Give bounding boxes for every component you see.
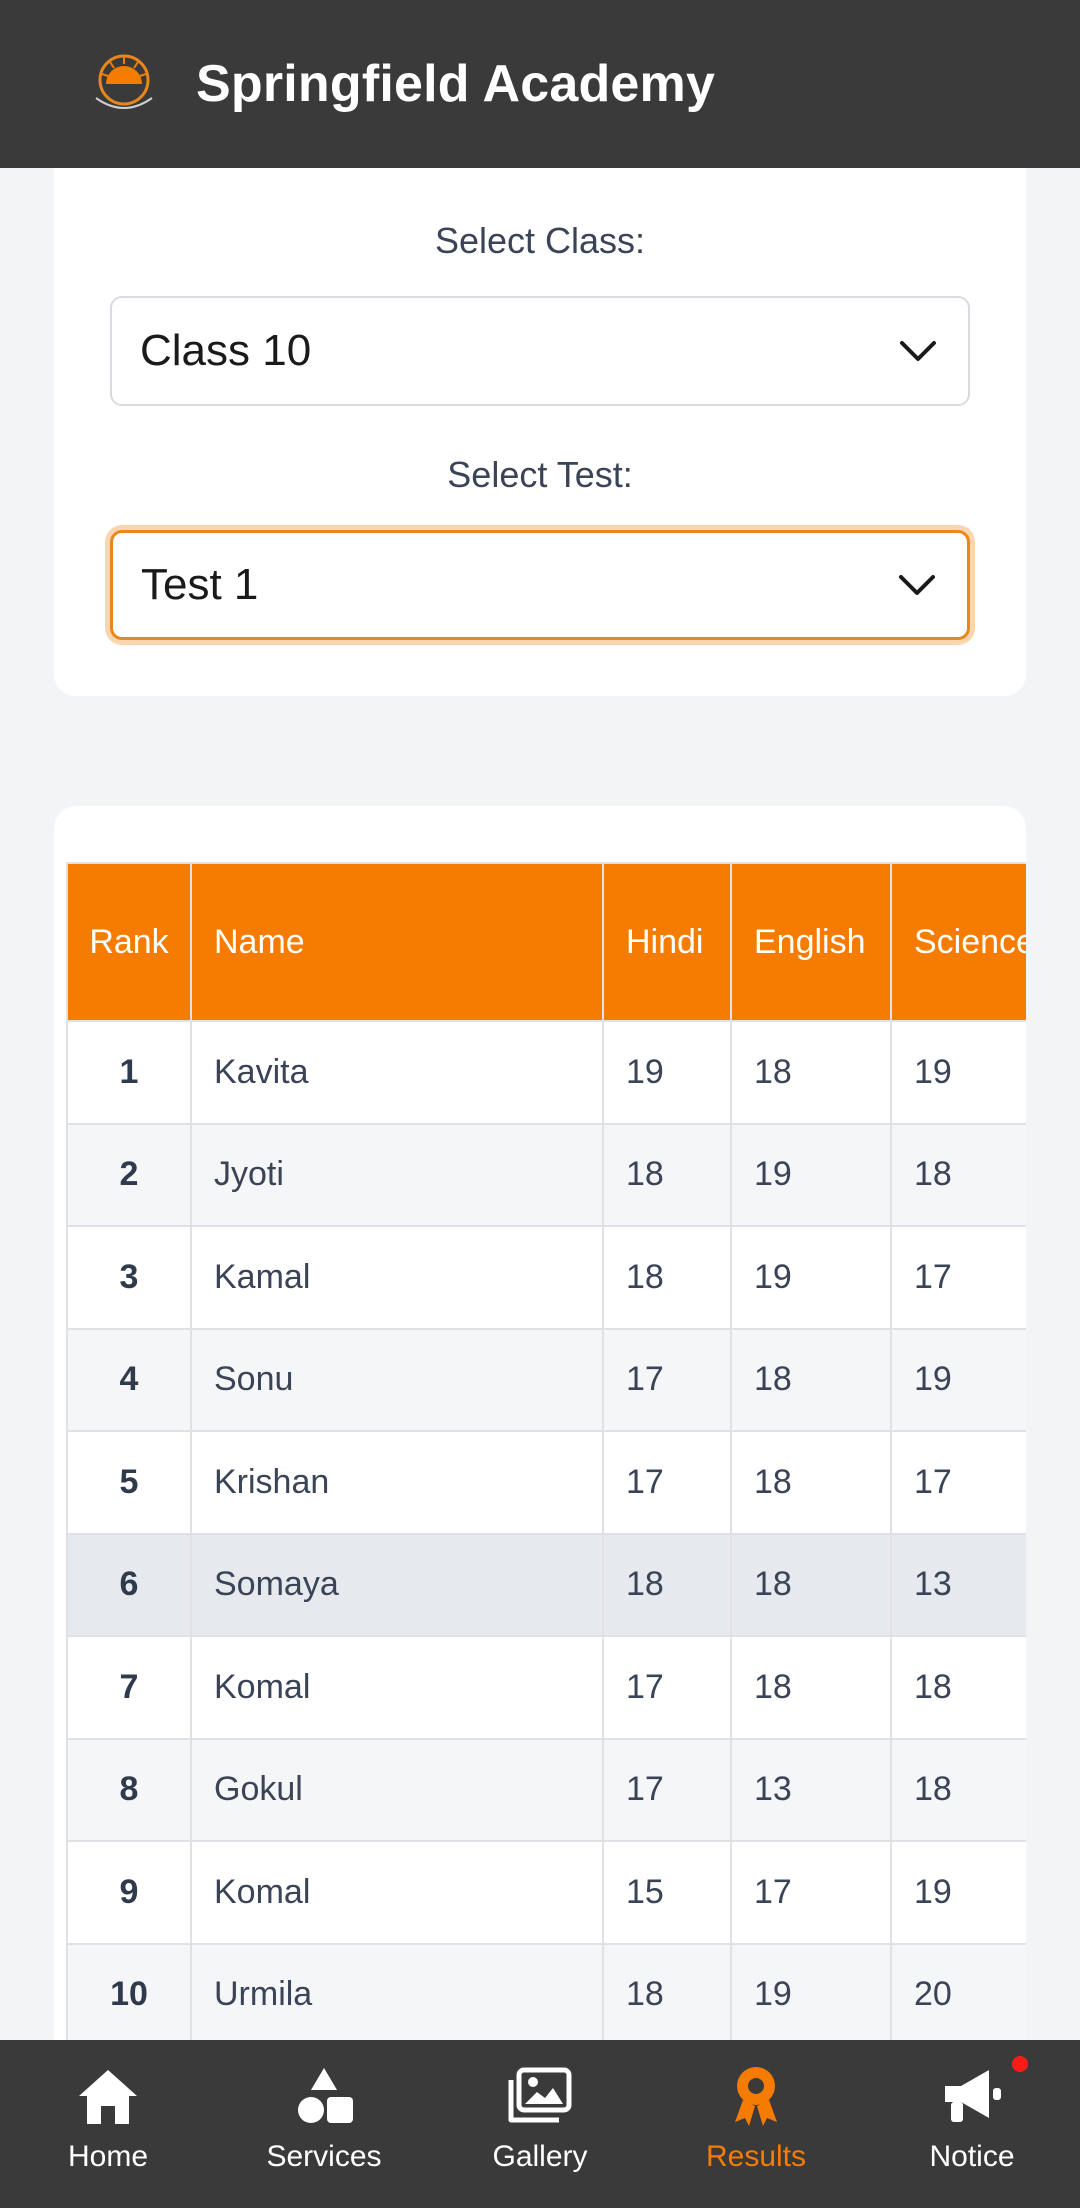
column-header-hindi[interactable]: Hindi	[602, 862, 732, 1022]
science-cell: 18	[890, 1122, 1026, 1227]
science-cell: 18	[890, 1737, 1026, 1842]
test-select-value: Test 1	[141, 560, 259, 609]
science-cell: 19	[890, 1020, 1026, 1125]
english-cell: 17	[730, 1840, 892, 1945]
app-header: Springfield Academy	[0, 0, 1080, 168]
table-row[interactable]: 2 Jyoti 18 19 18	[66, 1122, 1026, 1227]
name-cell: Kamal	[190, 1225, 604, 1330]
rank-cell: 4	[66, 1327, 192, 1432]
class-select-value: Class 10	[140, 326, 312, 375]
hindi-cell: 18	[602, 1122, 732, 1227]
rank-cell: 7	[66, 1635, 192, 1740]
class-select[interactable]: Class 10	[110, 296, 970, 406]
hindi-cell: 15	[602, 1840, 732, 1945]
nav-label-results: Results	[705, 2140, 807, 2173]
results-card: Rank Name Hindi English Science 1 Kavita…	[54, 806, 1026, 2206]
table-row[interactable]: 8 Gokul 17 13 18	[66, 1737, 1026, 1842]
hindi-cell: 17	[602, 1327, 732, 1432]
app-title: Springfield Academy	[196, 55, 716, 113]
english-cell: 19	[730, 1225, 892, 1330]
rank-cell: 8	[66, 1737, 192, 1842]
science-cell: 17	[890, 1225, 1026, 1330]
select-class-label: Select Class:	[434, 220, 646, 261]
science-cell: 20	[890, 1942, 1026, 2047]
english-cell: 19	[730, 1122, 892, 1227]
name-cell: Kavita	[190, 1020, 604, 1125]
name-cell: Urmila	[190, 1942, 604, 2047]
rank-cell: 9	[66, 1840, 192, 1945]
bottom-nav: Home Services Gallery Results Notice	[0, 2040, 1080, 2208]
results-table: Rank Name Hindi English Science 1 Kavita…	[66, 862, 1026, 2047]
table-row[interactable]: 4 Sonu 17 18 19	[66, 1327, 1026, 1432]
nav-item-notice[interactable]: Notice	[864, 2040, 1080, 2208]
hindi-cell: 18	[602, 1942, 732, 2047]
home-icon	[79, 2070, 137, 2124]
name-cell: Komal	[190, 1840, 604, 1945]
english-cell: 13	[730, 1737, 892, 1842]
rank-cell: 5	[66, 1430, 192, 1535]
english-cell: 18	[730, 1430, 892, 1535]
test-select[interactable]: Test 1	[110, 530, 970, 640]
table-row[interactable]: 10 Urmila 18 19 20	[66, 1942, 1026, 2047]
column-header-science[interactable]: Science	[890, 862, 1026, 1022]
table-row[interactable]: 5 Krishan 17 18 17	[66, 1430, 1026, 1535]
nav-item-gallery[interactable]: Gallery	[432, 2040, 648, 2208]
megaphone-icon	[945, 2070, 1001, 2122]
nav-item-home[interactable]: Home	[0, 2040, 216, 2208]
name-cell: Somaya	[190, 1532, 604, 1637]
english-cell: 18	[730, 1532, 892, 1637]
filter-card: Select Class: Class 10 Select Test: Test…	[54, 140, 1026, 696]
table-row[interactable]: 3 Kamal 18 19 17	[66, 1225, 1026, 1330]
table-row[interactable]: 1 Kavita 19 18 19	[66, 1020, 1026, 1125]
hindi-cell: 17	[602, 1737, 732, 1842]
chevron-down-icon	[900, 341, 936, 361]
nav-item-results[interactable]: Results	[648, 2040, 864, 2208]
english-cell: 18	[730, 1327, 892, 1432]
table-row[interactable]: 7 Komal 17 18 18	[66, 1635, 1026, 1740]
hindi-cell: 17	[602, 1635, 732, 1740]
results-table-scroll[interactable]: Rank Name Hindi English Science 1 Kavita…	[66, 862, 1026, 2047]
hindi-cell: 18	[602, 1225, 732, 1330]
name-cell: Krishan	[190, 1430, 604, 1535]
gallery-icon	[508, 2067, 572, 2123]
rank-cell: 3	[66, 1225, 192, 1330]
name-cell: Komal	[190, 1635, 604, 1740]
name-cell: Sonu	[190, 1327, 604, 1432]
english-cell: 18	[730, 1020, 892, 1125]
column-header-english[interactable]: English	[730, 862, 892, 1022]
name-cell: Gokul	[190, 1737, 604, 1842]
nav-label-home: Home	[67, 2140, 149, 2173]
nav-label-services: Services	[266, 2140, 382, 2173]
column-header-rank[interactable]: Rank	[66, 862, 192, 1022]
column-header-name[interactable]: Name	[190, 862, 604, 1022]
rank-cell: 10	[66, 1942, 192, 2047]
science-cell: 19	[890, 1327, 1026, 1432]
table-header-row: Rank Name Hindi English Science	[66, 862, 1026, 1022]
table-row[interactable]: 9 Komal 15 17 19	[66, 1840, 1026, 1945]
hindi-cell: 18	[602, 1532, 732, 1637]
science-cell: 18	[890, 1635, 1026, 1740]
nav-label-gallery: Gallery	[492, 2140, 588, 2173]
rank-cell: 1	[66, 1020, 192, 1125]
school-logo-icon	[95, 54, 153, 109]
nav-label-notice: Notice	[929, 2140, 1015, 2173]
science-cell: 13	[890, 1532, 1026, 1637]
rank-cell: 6	[66, 1532, 192, 1637]
app-root: Springfield Academy Select Class: Class …	[0, 0, 1080, 2208]
science-cell: 17	[890, 1430, 1026, 1535]
nav-item-services[interactable]: Services	[216, 2040, 432, 2208]
hindi-cell: 17	[602, 1430, 732, 1535]
table-row[interactable]: 6 Somaya 18 18 13	[66, 1532, 1026, 1637]
english-cell: 19	[730, 1942, 892, 2047]
notification-dot	[1012, 2056, 1028, 2072]
science-cell: 19	[890, 1840, 1026, 1945]
name-cell: Jyoti	[190, 1122, 604, 1227]
select-test-label: Select Test:	[447, 454, 633, 495]
award-icon	[735, 2067, 777, 2126]
shapes-icon	[298, 2068, 353, 2123]
hindi-cell: 19	[602, 1020, 732, 1125]
english-cell: 18	[730, 1635, 892, 1740]
rank-cell: 2	[66, 1122, 192, 1227]
chevron-down-icon	[899, 575, 935, 595]
